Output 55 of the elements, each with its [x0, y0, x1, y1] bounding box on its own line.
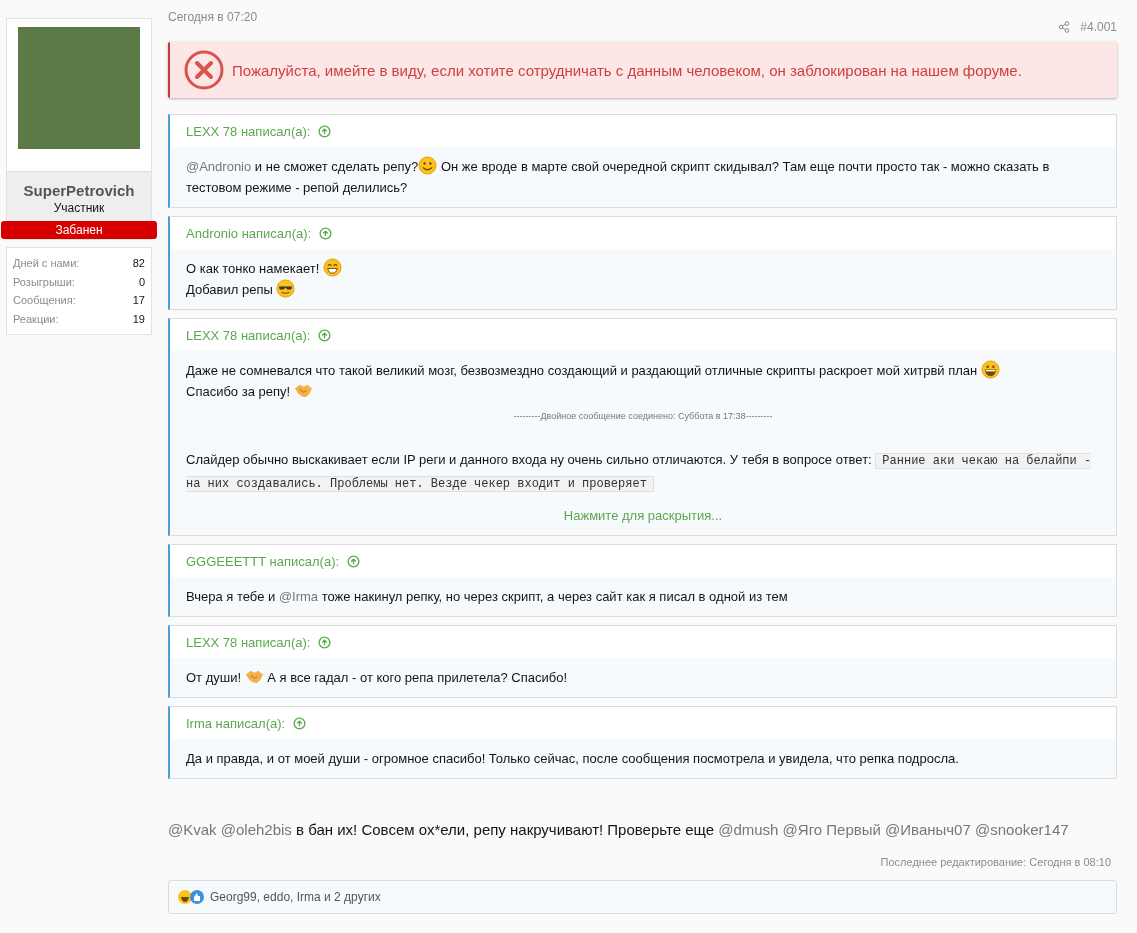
smiley-emoji-icon	[322, 258, 342, 277]
mention-link[interactable]: @Andronio	[186, 159, 252, 174]
mention-link[interactable]: @Irma	[278, 589, 319, 604]
stat-label: Реакции:	[13, 311, 59, 327]
reaction-users-link[interactable]: Georg99, eddo, Irma и 2 других	[210, 890, 381, 904]
stat-label: Дней с нами:	[13, 256, 80, 271]
quote-author-link[interactable]: LEXX 78 написал(а):	[186, 124, 311, 139]
stat-label: Розыгрыши:	[13, 274, 75, 290]
quote-author-link[interactable]: LEXX 78 написал(а):	[186, 635, 311, 650]
quote-text: Спасибо за репу!	[186, 381, 1100, 402]
quote-author-link[interactable]: GGGEEETTT написал(а):	[186, 554, 340, 569]
username-link[interactable]: SuperPetrovich	[7, 182, 151, 199]
error-icon	[184, 50, 224, 90]
arrow-up-circle-icon[interactable]	[318, 125, 332, 138]
quote-author-link[interactable]: Andronio написал(а):	[186, 226, 312, 241]
quote-text: Слайдер обычно выскакивает если IP реги и данного входа ну очень сильно отличаются. У тебя в вопросе ответ: Ранние аки чекаю на белайпи - на них создавались. Проблемы нет. Везде чекер входит и проверяет	[186, 451, 1093, 494]
post-date: Сегодня в 07:20	[168, 10, 258, 26]
smiley-emoji-icon	[418, 156, 438, 175]
smiley-emoji-icon	[980, 360, 1000, 379]
expand-link[interactable]: Нажмите для раскрытия...	[563, 508, 723, 523]
quote-text: О как тонко намекает!	[186, 258, 1100, 279]
post-text: @Kvak @oleh2bis в бан их! Совсем ох*ели, репу накручивают! Проверьте еще @dmush @Яго Первый @Иваныч07 @snooker147	[168, 821, 1070, 838]
mention-link[interactable]: @Яго Первый	[782, 821, 881, 838]
smiley-emoji-icon	[276, 279, 296, 298]
last-edited-note: Последнее редактирование: Сегодня в 08:10	[879, 856, 1111, 868]
arrow-up-circle-icon[interactable]	[347, 555, 361, 568]
arrow-up-circle-icon[interactable]	[318, 636, 332, 649]
mention-link[interactable]: @Иваныч07	[885, 821, 971, 838]
arrow-up-circle-icon[interactable]	[318, 329, 332, 342]
merge-note: ---------Двойное сообщение соединено: Суббота в 17:38---------	[512, 410, 774, 423]
quote-text: @Andronio и не сможет сделать репу? Он же вроде в марте свой очередной скрипт скидывал? Там еще почти просто так - можно сказать в тестовом режиме - репой делились?	[186, 156, 1100, 198]
mention-link[interactable]: @Kvak	[168, 821, 217, 838]
arrow-up-circle-icon[interactable]	[319, 227, 333, 240]
quote-text: Даже не сомневался что такой великий мозг, безвозмездно создающий и раздающий отличные скрипты раскроет мой хитрвй план	[186, 360, 1100, 381]
stat-value: 17	[132, 293, 145, 308]
quote-text: Да и правда, и от моей души - огромное спасибо! Только сейчас, после сообщения посмотрела и увидела, что репка подросла.	[186, 750, 960, 768]
mention-link[interactable]: @oleh2bis	[220, 821, 292, 838]
quote-text: Вчера я тебе и @Irma тоже накинул репку, но через скрипт, а через сайт как я писал в одной из тем	[186, 588, 789, 606]
quote-text: Добавил репы	[186, 279, 1100, 300]
user-title: Участник	[52, 201, 106, 215]
quote-text: От души! А я все гадал - от кого репа прилетела? Спасибо!	[186, 667, 1100, 688]
post-number-link[interactable]: #4.001	[1080, 20, 1117, 34]
alert-message: Пожалуйста, имейте в виду, если хотите сотрудничать с данным человеком, он заблокирован на нашем форуме.	[232, 61, 1022, 79]
stat-label: Сообщения:	[13, 293, 76, 308]
banned-banner: Забанен	[1, 221, 157, 239]
stat-value: 82	[132, 256, 145, 271]
share-icon[interactable]	[1058, 21, 1071, 33]
stat-value: 19	[132, 311, 145, 327]
mention-link[interactable]: @dmush	[718, 821, 779, 838]
reaction-icons-icon[interactable]	[177, 889, 207, 905]
mention-link[interactable]: @snooker147	[974, 821, 1069, 838]
arrow-up-circle-icon[interactable]	[293, 717, 307, 730]
stat-value: 0	[138, 274, 145, 290]
quote-author-link[interactable]: Irma написал(а):	[186, 716, 286, 731]
quote-author-link[interactable]: LEXX 78 написал(а):	[186, 328, 311, 343]
